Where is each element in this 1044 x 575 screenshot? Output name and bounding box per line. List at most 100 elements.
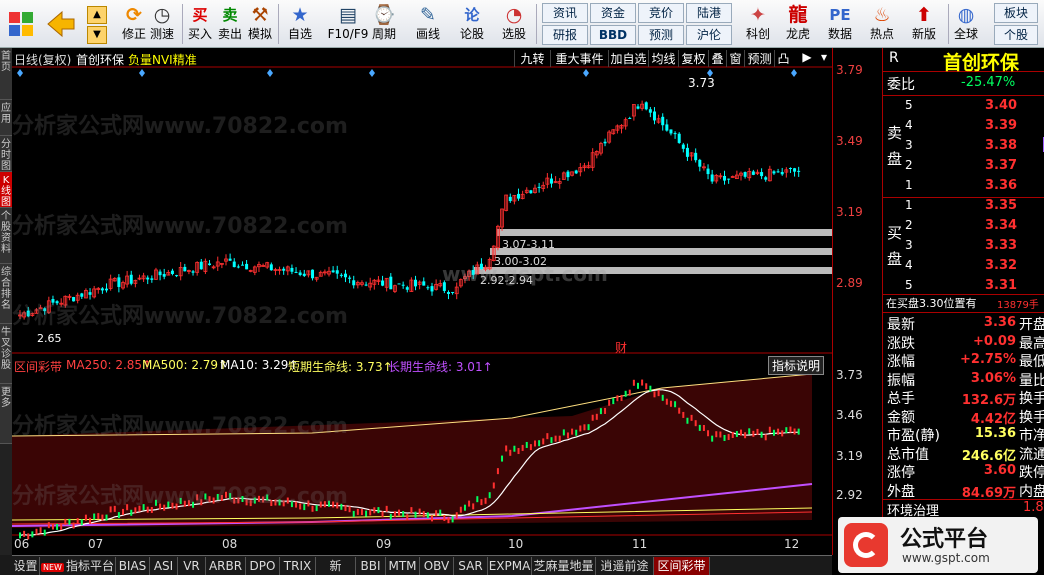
finance-marker[interactable]: 财 (615, 339, 627, 356)
indicator-tick (31, 531, 34, 538)
数据-toolbar-button[interactable]: PE 数据 (824, 2, 856, 46)
stat-label: 金额 (887, 409, 915, 426)
candle-body (117, 277, 121, 287)
candle-body (100, 288, 104, 291)
画线-toolbar-button[interactable]: ✎ 画线 (412, 2, 444, 46)
indicator-tick (97, 513, 100, 520)
bottom-tab-13[interactable]: EXPMA (488, 557, 532, 575)
周期-toolbar-button[interactable]: ⌚ 周期 (368, 2, 400, 46)
quick-button-2[interactable]: 竞价 (638, 3, 684, 23)
sell-price[interactable]: 3.40 (985, 98, 1017, 113)
candle-body (150, 278, 154, 280)
dropdown-icon[interactable]: ▾ (818, 50, 830, 64)
event-diamond-icon[interactable] (139, 69, 145, 77)
bottom-tab-6[interactable]: DPO (246, 557, 280, 575)
menu-icon[interactable] (4, 2, 38, 46)
left-tab-5[interactable]: 综合排名 (0, 264, 12, 324)
龙虎-toolbar-button[interactable]: 龍龙虎 (782, 2, 814, 46)
quick-button-1[interactable]: 资金 (590, 3, 636, 23)
sell-price[interactable]: 3.39 (985, 118, 1017, 133)
event-diamond-icon[interactable] (267, 69, 273, 77)
bottom-tab-14[interactable]: 芝麻量地量 (532, 557, 596, 575)
indicator-tick (455, 512, 458, 519)
sell-price[interactable]: 3.37 (985, 158, 1017, 173)
indicator-tick (505, 445, 508, 452)
left-tab-2[interactable]: 分时图 (0, 136, 12, 172)
自选-toolbar-button[interactable]: ★ 自选 (284, 2, 316, 46)
chart-tool-1[interactable]: 重大事件 (550, 50, 608, 67)
left-tab-6[interactable]: 牛叉诊股 (0, 324, 12, 384)
candle-body (282, 268, 286, 271)
chart-tool-4[interactable]: 复权 (678, 50, 708, 67)
bottom-tab-5[interactable]: ARBR (206, 557, 246, 575)
bottom-tab-7[interactable]: TRIX (280, 557, 316, 575)
sell-price[interactable]: 3.36 (985, 178, 1017, 193)
indicator-explain-button[interactable]: 指标说明 (768, 356, 825, 375)
选股-toolbar-button[interactable]: ◔ 选股 (498, 2, 530, 46)
buy-price[interactable]: 3.31 (985, 278, 1017, 293)
bottom-tab-1[interactable]: NEW 指标平台 (40, 557, 116, 575)
bottom-tab-3[interactable]: ASI (150, 557, 178, 575)
buy-price[interactable]: 3.32 (985, 258, 1017, 273)
next-icon[interactable]: ▶ (800, 50, 814, 64)
卖出-toolbar-button[interactable]: 卖卖出 (214, 2, 246, 46)
buy-price[interactable]: 3.33 (985, 238, 1017, 253)
buy-price[interactable]: 3.34 (985, 218, 1017, 233)
candle-body (673, 133, 677, 135)
event-diamond-icon[interactable] (791, 69, 797, 77)
up-arrow-icon[interactable]: ▲ (87, 6, 107, 24)
toolbar-button-label: F10/F9 (327, 27, 369, 41)
quick-button-5[interactable]: BBD (590, 25, 636, 45)
indicator-axis-label: 2.92 (836, 488, 863, 502)
event-diamond-icon[interactable] (583, 69, 589, 77)
quick-button-3[interactable]: 陆港 (686, 3, 732, 23)
down-arrow-icon[interactable]: ▼ (87, 26, 107, 44)
买入-toolbar-button[interactable]: 买买入 (184, 2, 216, 46)
left-tab-1[interactable]: 应用 (0, 100, 12, 136)
event-diamond-icon[interactable] (17, 69, 23, 77)
event-diamond-icon[interactable] (369, 69, 375, 77)
quick-button-6[interactable]: 预测 (638, 25, 684, 45)
bottom-tab-9[interactable]: BBI (356, 557, 386, 575)
论股-toolbar-button[interactable]: 论论股 (456, 2, 488, 46)
stat-label: 涨幅 (887, 354, 915, 370)
quick-button-4[interactable]: 研报 (542, 25, 588, 45)
新版-toolbar-button[interactable]: ⬆ 新版 (908, 2, 940, 46)
bottom-tab-15[interactable]: 逍遥前途 (596, 557, 654, 575)
left-tab-0[interactable]: 首页 (0, 48, 12, 100)
quick-button-0[interactable]: 资讯 (542, 3, 588, 23)
chart-tool-5[interactable]: 叠 (708, 50, 726, 67)
chart-tool-7[interactable]: 预测 (744, 50, 774, 67)
模拟-toolbar-button[interactable]: ⚒ 模拟 (244, 2, 276, 46)
chart-tool-6[interactable]: 窗 (726, 50, 744, 67)
bottom-tab-2[interactable]: BIAS (116, 557, 150, 575)
bottom-tab-0[interactable]: 设置 (12, 557, 40, 575)
bottom-tab-12[interactable]: SAR (454, 557, 488, 575)
全球-toolbar-button[interactable]: ◍ 全球 (950, 2, 982, 46)
back-button[interactable] (44, 2, 78, 46)
bottom-tab-4[interactable]: VR (178, 557, 206, 575)
left-tab-7[interactable]: 更多 (0, 384, 12, 444)
bottom-tab-8[interactable]: 新DMA (316, 557, 356, 575)
up-down-buttons[interactable]: ▲ ▼ (84, 2, 110, 46)
right-quick-button-1[interactable]: 个股 (994, 25, 1038, 45)
F10/F9-toolbar-button[interactable]: ▤ F10/F9 (326, 2, 370, 46)
sell-price[interactable]: 3.38 (985, 138, 1017, 153)
left-tab-3[interactable]: K线图 (0, 172, 12, 208)
left-tab-4[interactable]: 个股资料 (0, 208, 12, 264)
buy-price[interactable]: 3.35 (985, 198, 1017, 213)
bottom-tab-10[interactable]: MTM (386, 557, 420, 575)
热点-toolbar-button[interactable]: ♨ 热点 (866, 2, 898, 46)
right-quick-button-0[interactable]: 板块 (994, 3, 1038, 23)
bottom-tab-11[interactable]: OBV (420, 557, 454, 575)
bottom-tab-16[interactable]: 区间彩带 (654, 557, 710, 575)
chart-tool-2[interactable]: 加自选 (608, 50, 648, 67)
chart-tool-0[interactable]: 九转 (514, 50, 550, 67)
科创-toolbar-button[interactable]: ✦ 科创 (742, 2, 774, 46)
kline-chart[interactable]: 日线(复权) 首创环保 负量NVI精准 九转 重大事件 加自选 均线 复权叠窗预测凸 ▶… (11, 48, 832, 555)
chart-tool-8[interactable]: 凸 (774, 50, 792, 67)
quick-button-7[interactable]: 沪伦 (686, 25, 732, 45)
chart-tool-3[interactable]: 均线 (648, 50, 678, 67)
测速-toolbar-button[interactable]: ◷ 测速 (146, 2, 178, 46)
toolbar-button-label: 论股 (459, 27, 484, 41)
